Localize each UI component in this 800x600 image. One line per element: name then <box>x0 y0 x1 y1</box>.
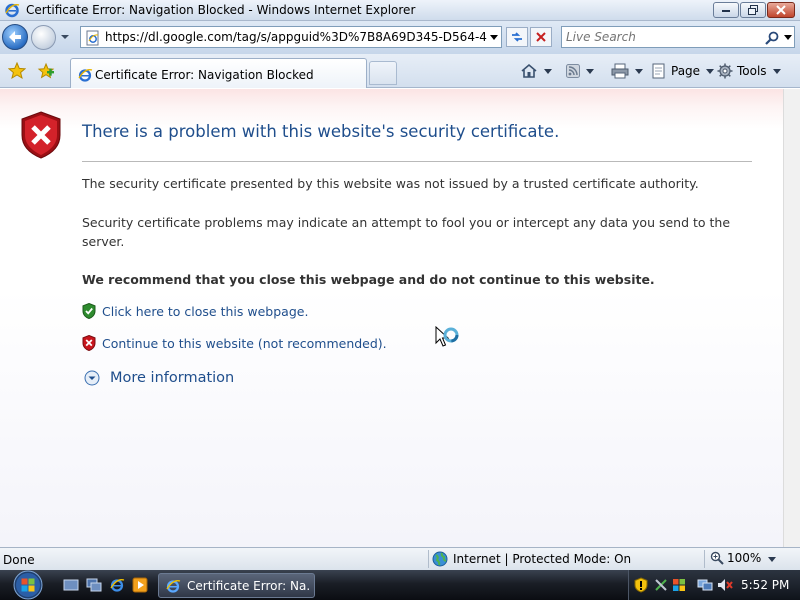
feeds-button[interactable] <box>566 60 594 82</box>
tab-command-bar: Certificate Error: Navigation Blocked Pa… <box>0 54 800 88</box>
security-alert-shield-icon[interactable] <box>633 577 649 593</box>
recommendation-text: We recommend that you close this webpage… <box>82 272 655 287</box>
search-icon[interactable] <box>764 30 780 46</box>
page-menu-label: Page <box>671 64 701 78</box>
home-button[interactable] <box>520 60 552 82</box>
status-separator <box>428 550 429 568</box>
minimize-icon <box>722 10 730 12</box>
busy-cursor-icon <box>435 326 459 347</box>
tab-label: Certificate Error: Navigation Blocked <box>95 68 314 82</box>
feeds-dropdown-icon[interactable] <box>586 68 594 74</box>
page-dropdown-icon <box>706 68 715 74</box>
status-text: Done <box>3 553 35 567</box>
address-toolbar: https://dl.google.com/tag/s/appguid%3D%7… <box>0 21 800 54</box>
show-desktop-icon[interactable] <box>63 577 79 593</box>
tools-menu-button[interactable]: Tools <box>717 60 781 82</box>
refresh-button[interactable] <box>506 27 528 47</box>
zone-label: Internet | Protected Mode: On <box>453 552 632 566</box>
continue-to-website-link[interactable]: Continue to this website (not recommende… <box>102 336 387 351</box>
close-webpage-row: Click here to close this webpage. <box>82 303 308 319</box>
home-dropdown-icon[interactable] <box>544 68 552 74</box>
print-dropdown-icon[interactable] <box>635 68 643 74</box>
refresh-icon <box>512 32 522 42</box>
printer-icon <box>611 63 629 79</box>
zoom-level-button[interactable]: 100% <box>710 551 761 565</box>
address-dropdown-icon[interactable] <box>490 35 498 41</box>
taskbar-button-label: Certificate Error: Na... <box>187 579 309 593</box>
window-title: Certificate Error: Navigation Blocked - … <box>26 3 416 17</box>
green-check-shield-icon <box>82 303 96 319</box>
error-shield-icon <box>21 111 61 159</box>
more-information-label: More information <box>110 370 235 386</box>
zoom-dropdown-icon[interactable] <box>768 557 776 562</box>
security-center-icon[interactable] <box>671 577 687 593</box>
search-box[interactable] <box>561 26 795 48</box>
ie-taskbar-icon <box>166 580 181 593</box>
internet-globe-icon <box>432 551 448 567</box>
close-webpage-link[interactable]: Click here to close this webpage. <box>102 304 308 319</box>
security-warning-text: Security certificate problems may indica… <box>82 215 731 249</box>
page-menu-button[interactable]: Page <box>651 60 715 82</box>
status-separator <box>704 550 705 568</box>
start-button[interactable] <box>6 570 50 600</box>
taskbar-button-ie[interactable]: Certificate Error: Na... <box>158 573 315 598</box>
page-menu-icon <box>652 63 665 79</box>
windows-defender-icon[interactable] <box>653 577 669 593</box>
rss-feed-icon <box>566 64 580 78</box>
add-to-favorites-icon[interactable] <box>37 62 55 80</box>
new-tab-button[interactable] <box>369 61 397 85</box>
tab-page-icon <box>78 69 93 82</box>
close-window-button[interactable] <box>767 2 795 18</box>
security-zone[interactable]: Internet | Protected Mode: On <box>432 551 631 567</box>
page-content: There is a problem with this website's s… <box>0 89 783 547</box>
vertical-scrollbar[interactable] <box>783 89 800 547</box>
url-text[interactable]: https://dl.google.com/tag/s/appguid%3D%7… <box>105 30 487 44</box>
tab-certificate-error[interactable]: Certificate Error: Navigation Blocked <box>70 58 367 88</box>
ie-logo-icon <box>5 3 20 18</box>
switch-windows-icon[interactable] <box>86 577 102 593</box>
certificate-explanation: The security certificate presented by th… <box>82 176 699 191</box>
network-icon[interactable] <box>697 577 713 593</box>
close-icon <box>776 5 786 15</box>
back-button[interactable] <box>2 24 28 50</box>
status-bar: Done Internet | Protected Mode: On 100% <box>0 547 800 570</box>
search-input[interactable] <box>566 29 756 45</box>
zoom-magnifier-icon <box>710 551 724 565</box>
search-provider-dropdown-icon[interactable] <box>784 35 792 41</box>
clock[interactable]: 5:52 PM <box>741 578 789 592</box>
page-icon <box>86 30 99 46</box>
forward-button[interactable] <box>31 25 56 50</box>
title-bar: Certificate Error: Navigation Blocked - … <box>0 0 800 21</box>
media-player-icon[interactable] <box>132 577 148 593</box>
taskbar: Certificate Error: Na... 5:52 PM <box>0 570 800 600</box>
system-tray: 5:52 PM <box>628 570 800 600</box>
page-title: There is a problem with this website's s… <box>82 122 560 141</box>
address-bar[interactable]: https://dl.google.com/tag/s/appguid%3D%7… <box>80 26 502 48</box>
restore-button[interactable] <box>740 2 766 18</box>
stop-icon <box>536 32 546 42</box>
zoom-level: 100% <box>727 551 762 565</box>
back-arrow-icon <box>9 31 21 43</box>
stop-button[interactable] <box>530 27 552 47</box>
home-icon <box>521 63 537 78</box>
print-button[interactable] <box>611 60 643 82</box>
restore-icon <box>748 5 758 15</box>
favorites-star-icon[interactable] <box>8 62 26 80</box>
gear-icon <box>717 63 733 79</box>
minimize-button[interactable] <box>713 2 739 18</box>
tools-menu-label: Tools <box>737 64 767 78</box>
tools-dropdown-icon <box>772 68 781 74</box>
red-x-shield-icon <box>82 335 96 351</box>
recent-pages-dropdown-icon[interactable] <box>60 33 70 41</box>
continue-row: Continue to this website (not recommende… <box>82 335 387 351</box>
divider <box>82 161 752 162</box>
volume-muted-icon[interactable] <box>717 577 733 593</box>
more-information-toggle[interactable]: More information <box>84 370 234 386</box>
internet-explorer-quicklaunch-icon[interactable] <box>109 577 125 593</box>
expand-chevron-icon <box>84 370 100 386</box>
